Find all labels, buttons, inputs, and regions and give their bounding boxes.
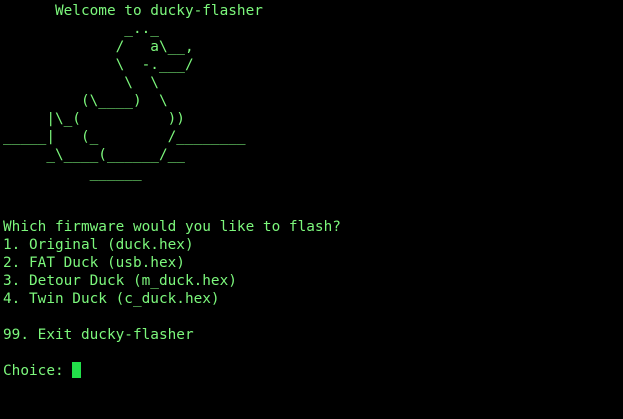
duck-ascii-art: _.._ / a\__, \ -.___/ \ \ (\____) \ |\_(… bbox=[3, 20, 623, 182]
menu-option-exit: 99. Exit ducky-flasher bbox=[3, 327, 194, 343]
ascii-art-line: _.._ bbox=[3, 21, 159, 37]
ascii-art-line: / a\__, bbox=[3, 39, 194, 55]
welcome-title: Welcome to ducky-flasher bbox=[3, 3, 263, 19]
terminal-window[interactable]: Welcome to ducky-flasher _.._ / a\__, \ … bbox=[0, 0, 623, 419]
ascii-art-line: ______ bbox=[3, 165, 142, 181]
menu-option-detour-duck: 3. Detour Duck (m_duck.hex) bbox=[3, 273, 237, 289]
ascii-art-line: _____| (_ /________ bbox=[3, 129, 246, 145]
ascii-art-line: (\____) \ bbox=[3, 93, 168, 109]
menu-option-fat-duck: 2. FAT Duck (usb.hex) bbox=[3, 255, 185, 271]
menu-option-original: 1. Original (duck.hex) bbox=[3, 237, 194, 253]
choice-prompt-label: Choice: bbox=[3, 363, 73, 379]
ascii-art-line: |\_( )) bbox=[3, 111, 185, 127]
menu-option-twin-duck: 4. Twin Duck (c_duck.hex) bbox=[3, 291, 220, 307]
choice-input-line[interactable]: Choice: bbox=[3, 362, 623, 380]
ascii-art-line: \ \ bbox=[3, 75, 159, 91]
text-cursor bbox=[72, 362, 82, 378]
firmware-options-list: 1. Original (duck.hex) 2. FAT Duck (usb.… bbox=[3, 236, 623, 308]
ascii-art-line: _\____(______/__ bbox=[3, 147, 185, 163]
firmware-question: Which firmware would you like to flash? bbox=[3, 219, 341, 235]
ascii-art-line: \ -.___/ bbox=[3, 57, 194, 73]
